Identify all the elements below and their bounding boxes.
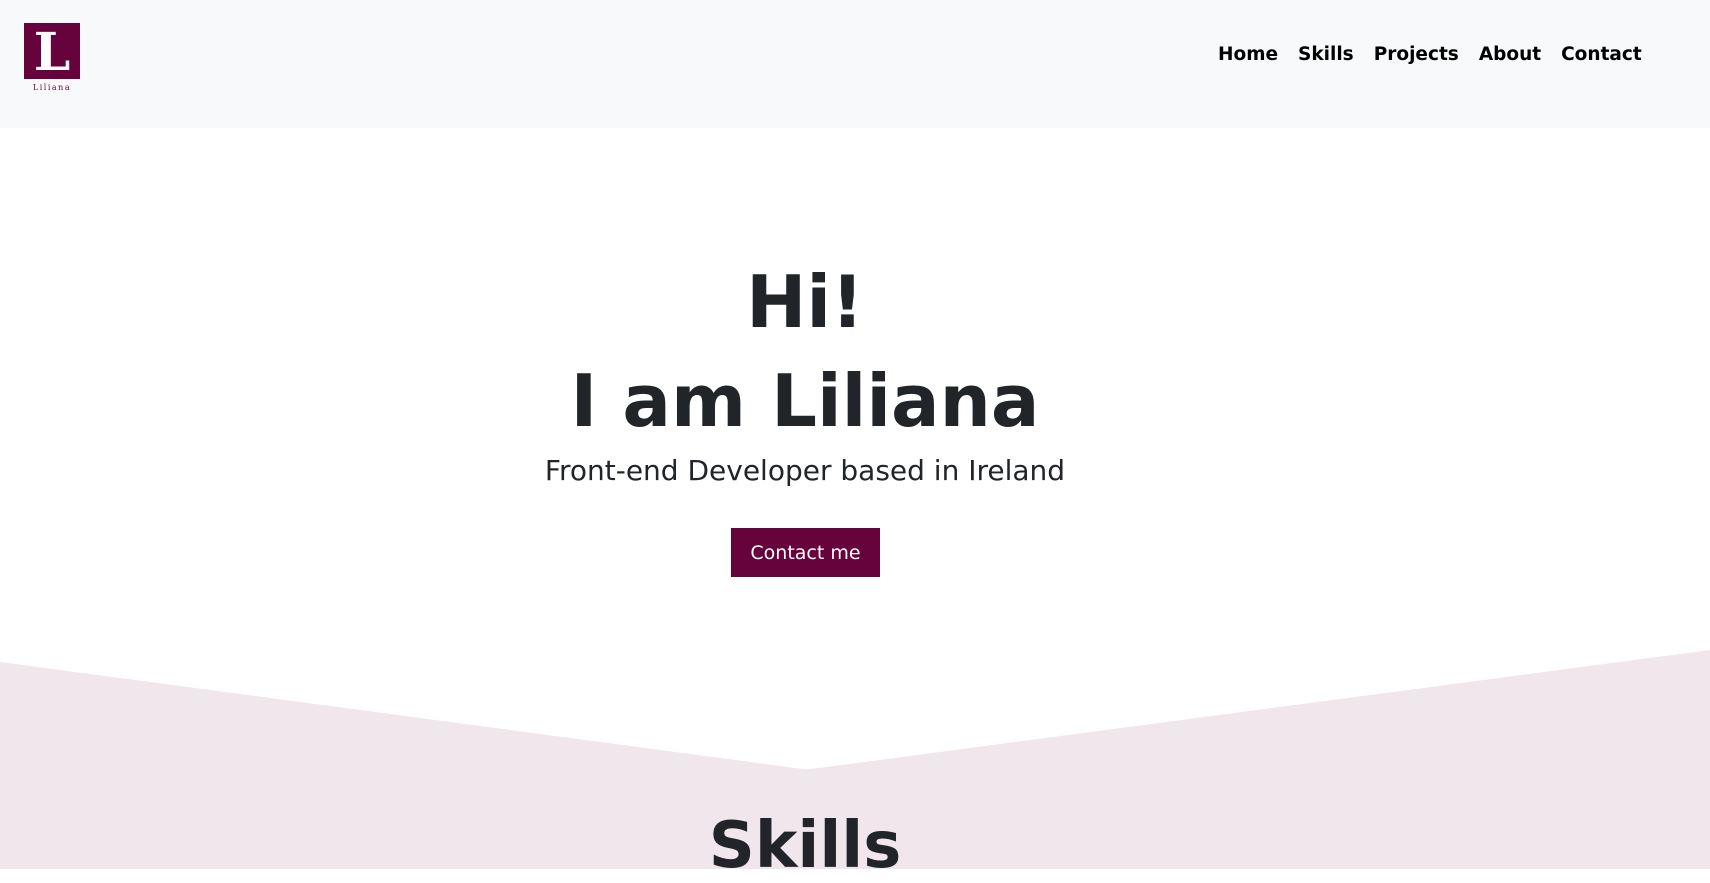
main-nav: Home Skills Projects About Contact: [1208, 44, 1652, 65]
hero-intro: I am Liliana: [570, 359, 1040, 443]
nav-link-projects[interactable]: Projects: [1364, 44, 1469, 65]
skills-heading: Skills: [708, 809, 902, 883]
nav-link-home[interactable]: Home: [1208, 44, 1288, 65]
navbar: L Liliana Home Skills Projects About Con…: [0, 0, 1710, 128]
logo-name: Liliana: [32, 83, 72, 92]
hero-greeting: Hi!: [746, 260, 864, 344]
nav-link-contact[interactable]: Contact: [1551, 44, 1652, 65]
logo-letter: L: [33, 22, 71, 83]
logo-link[interactable]: L Liliana: [24, 23, 80, 97]
contact-me-button[interactable]: Contact me: [731, 528, 880, 577]
nav-link-skills[interactable]: Skills: [1288, 44, 1364, 65]
hero-subtitle: Front-end Developer based in Ireland: [544, 454, 1066, 487]
hero-section: Hi! I am Liliana Front-end Developer bas…: [0, 128, 1710, 648]
nav-link-about[interactable]: About: [1469, 44, 1551, 65]
logo-mark: L: [24, 23, 80, 79]
